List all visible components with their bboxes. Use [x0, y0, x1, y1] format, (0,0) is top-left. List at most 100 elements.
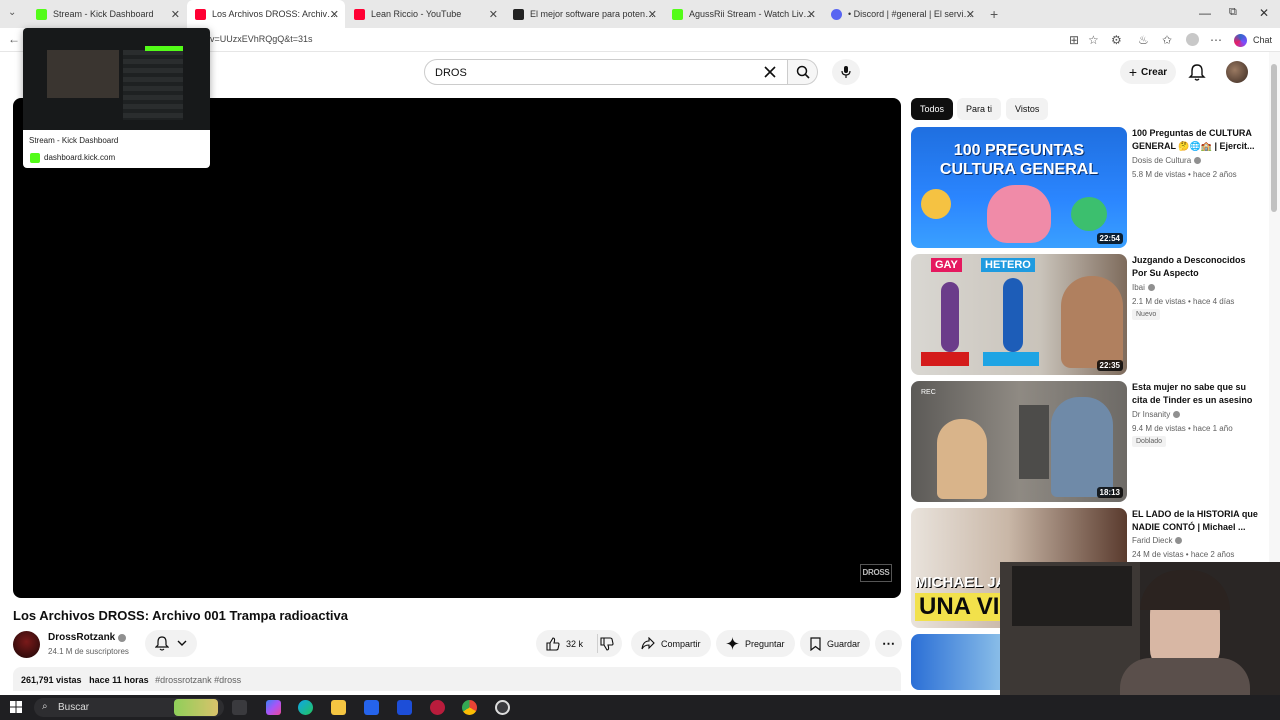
profile-icon[interactable] [1186, 33, 1199, 46]
ask-label: Preguntar [745, 638, 785, 649]
recommendation-title[interactable]: Juzgando a Desconocidos Por Su Aspecto [1132, 254, 1260, 280]
recommendation-channel[interactable]: Dr Insanity [1132, 410, 1181, 419]
close-tab-icon[interactable]: ✕ [330, 8, 339, 21]
opera-icon[interactable] [430, 700, 445, 715]
channel-avatar[interactable] [13, 631, 40, 658]
globe-illustration [1071, 197, 1107, 231]
windows-start-icon[interactable] [10, 701, 22, 713]
video-player[interactable] [13, 98, 901, 598]
reader-icon[interactable]: ⊞ [1069, 33, 1079, 47]
description-box[interactable]: 261,791 vistas hace 11 horas #drossrotza… [13, 667, 901, 691]
favorites-icon[interactable]: ✩ [1162, 33, 1172, 47]
video-duration: 22:35 [1096, 360, 1123, 371]
more-menu-icon[interactable]: ⋯ [1210, 33, 1222, 47]
tab-list-chevron-icon[interactable]: ⌄ [8, 7, 16, 18]
notifications-bell-icon[interactable] [1187, 62, 1207, 82]
tab-dross-video[interactable]: Los Archivos DROSS: Archivo 001 ✕ [187, 0, 345, 28]
close-tab-icon[interactable]: ✕ [489, 8, 498, 21]
subscription-bell-button[interactable] [145, 630, 197, 657]
video-duration: 22:54 [1096, 233, 1123, 244]
close-window-icon[interactable]: ✕ [1259, 6, 1269, 20]
hashtags[interactable]: #drossrotzank #dross [155, 675, 241, 685]
tab-discord[interactable]: • Discord | #general | El servidor de ✕ [823, 0, 981, 28]
sparkle-icon [726, 637, 739, 650]
person-figure [1003, 278, 1023, 352]
tab-lean-riccio[interactable]: Lean Riccio - YouTube ✕ [346, 0, 504, 28]
close-tab-icon[interactable]: ✕ [966, 8, 975, 21]
share-icon [641, 637, 655, 650]
obs-icon[interactable] [495, 700, 510, 715]
recommendation-thumbnail[interactable]: REC 18:13 [911, 381, 1127, 502]
bookmark-icon [810, 636, 821, 651]
chrome-icon[interactable] [462, 700, 477, 715]
taskbar-search-placeholder: Buscar [58, 702, 90, 713]
new-tab-icon[interactable]: + [990, 6, 998, 22]
favorite-star-icon[interactable]: ☆ [1088, 33, 1099, 47]
search-button[interactable] [788, 59, 818, 85]
copilot-label[interactable]: Chat [1253, 35, 1272, 45]
recommendation-channel[interactable]: Dosis de Cultura [1132, 156, 1202, 165]
channel-label: Dosis de Cultura [1132, 156, 1192, 165]
search-input[interactable] [435, 64, 755, 82]
outlook-icon[interactable] [397, 700, 412, 715]
taskbar-search[interactable]: ⌕ Buscar [34, 698, 224, 717]
recommendation-channel[interactable]: Ibai [1132, 283, 1155, 292]
ask-button[interactable]: Preguntar [716, 630, 795, 657]
extensions-icon[interactable]: ⚙ [1111, 33, 1122, 47]
account-avatar[interactable] [1226, 61, 1248, 83]
close-tab-icon[interactable]: ✕ [648, 8, 657, 21]
back-arrow-icon[interactable]: ← [8, 32, 20, 46]
url-text[interactable]: v=UUzxEVhRQgQ&t=31s [210, 34, 313, 44]
channel-label: Dr Insanity [1132, 410, 1171, 419]
minimize-icon[interactable]: — [1199, 6, 1211, 20]
save-label: Guardar [827, 638, 861, 649]
kick-favicon-icon [30, 153, 40, 163]
clear-search-icon[interactable] [764, 66, 776, 78]
recommendation-channel[interactable]: Farid Dieck [1132, 536, 1183, 545]
more-actions-button[interactable]: ⋯ [875, 630, 902, 657]
save-button[interactable]: Guardar [800, 630, 871, 657]
share-button[interactable]: Compartir [631, 630, 711, 657]
close-tab-icon[interactable]: ✕ [807, 8, 816, 21]
scrollbar-thumb[interactable] [1271, 64, 1277, 212]
windows-taskbar: ⌕ Buscar [0, 695, 1280, 720]
preview-accent-bar [145, 46, 183, 51]
tab-title: • Discord | #general | El servidor de [848, 9, 973, 19]
copilot-icon[interactable] [1234, 34, 1247, 47]
person-figure [941, 282, 959, 352]
upload-age: hace 11 horas [89, 675, 149, 685]
recommendation-meta: 5.8 M de vistas • hace 2 años [1132, 170, 1237, 179]
channel-name[interactable]: DrossRotzank [48, 632, 115, 643]
recommendation-title[interactable]: 100 Preguntas de CULTURA GENERAL 🤔🌐🏫 | E… [1132, 127, 1260, 153]
file-explorer-icon[interactable] [331, 700, 346, 715]
task-view-icon[interactable] [232, 700, 247, 715]
tab-software[interactable]: El mejor software para potenciar tu ✕ [505, 0, 663, 28]
edge-icon[interactable] [298, 700, 313, 715]
recommendation-thumbnail[interactable]: 100 PREGUNTAS CULTURA GENERAL 22:54 [911, 127, 1127, 248]
elevator-panel [1019, 405, 1049, 479]
copilot-taskbar-icon[interactable] [266, 700, 281, 715]
recommendation-title[interactable]: Esta mujer no sabe que su cita de Tinder… [1132, 381, 1260, 407]
close-tab-icon[interactable]: ✕ [171, 8, 180, 21]
recommendation-thumbnail[interactable]: GAY HETERO 22:35 [911, 254, 1127, 375]
tab-agussrii-stream[interactable]: AgussRii Stream - Watch Live on K ✕ [664, 0, 822, 28]
preview-screenshot [23, 28, 210, 130]
thumbs-down-icon[interactable] [600, 637, 614, 651]
youtube-favicon-icon [195, 8, 206, 20]
voice-search-button[interactable] [832, 59, 860, 85]
chip-todos[interactable]: Todos [911, 98, 954, 120]
recommendation-title[interactable]: EL LADO de la HISTORIA que NADIE CONTÓ |… [1132, 508, 1260, 534]
tab-hover-preview: Stream - Kick Dashboard dashboard.kick.c… [23, 28, 210, 168]
bell-icon [155, 636, 169, 651]
woman-figure [937, 419, 987, 499]
share-label: Compartir [661, 638, 701, 649]
store-icon[interactable] [364, 700, 379, 715]
performance-icon[interactable]: ♨ [1138, 33, 1149, 47]
create-button[interactable]: + Crear [1120, 60, 1176, 84]
chip-para-ti[interactable]: Para ti [957, 98, 1002, 120]
tab-kick-dashboard[interactable]: Stream - Kick Dashboard ✕ [28, 0, 186, 28]
search-icon: ⌕ [42, 701, 48, 712]
chip-vistos[interactable]: Vistos [1006, 98, 1049, 120]
restore-icon[interactable]: ⧉ [1229, 6, 1237, 19]
chevron-down-icon [177, 640, 187, 646]
